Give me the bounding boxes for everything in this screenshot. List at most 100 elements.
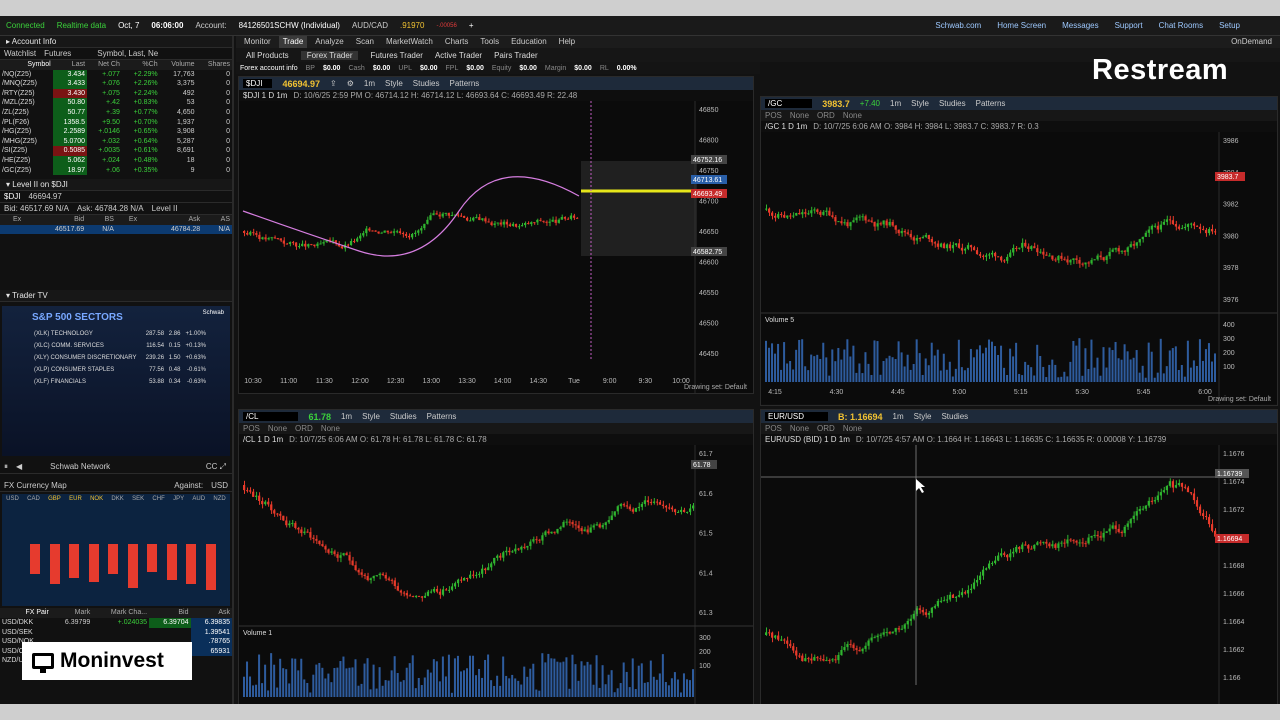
account-number[interactable]: 84126501SCHW (Individual) bbox=[239, 21, 340, 30]
symbol-lookup[interactable]: Symbol, Last, Ne bbox=[97, 48, 158, 59]
fx-map-bar[interactable] bbox=[127, 544, 138, 589]
fx-currency-nzd[interactable]: NZD bbox=[213, 496, 225, 502]
watchlist-row[interactable]: /NQ(Z25) 3.434 +.077 +2.29% 17,763 0 bbox=[0, 69, 232, 80]
fx-map-bar[interactable] bbox=[186, 544, 196, 585]
price-chart[interactable]: 61.761.661.561.461.33:454:004:154:304:45… bbox=[239, 445, 753, 704]
fx-currency-usd[interactable]: USD bbox=[6, 496, 19, 502]
subtab-futures-trader[interactable]: Futures Trader bbox=[370, 51, 422, 60]
watchlist-row[interactable]: /PL(F26) 1358.5 +9.50 +0.70% 1,937 0 bbox=[0, 117, 232, 128]
symbol-input[interactable]: /GC bbox=[765, 99, 813, 108]
tab-education[interactable]: Education bbox=[507, 36, 551, 48]
fx-currency-sek[interactable]: SEK bbox=[132, 496, 144, 502]
watchlist-row[interactable]: /MNQ(Z25) 3.433 +.076 +2.26% 3,375 0 bbox=[0, 79, 232, 89]
fx-currency-aud[interactable]: AUD bbox=[192, 496, 205, 502]
level2-header[interactable]: ▾ Level II on $DJI bbox=[0, 179, 232, 192]
fx-row[interactable]: USD/SEK 1.39541 bbox=[0, 627, 232, 638]
level2-mode[interactable]: Level II bbox=[152, 203, 178, 214]
fx-currency-eur[interactable]: EUR bbox=[69, 496, 82, 502]
interval-select[interactable]: 1m bbox=[893, 412, 904, 421]
fx-currency-chf[interactable]: CHF bbox=[152, 496, 164, 502]
symbol-input[interactable]: EUR/USD bbox=[765, 412, 829, 421]
patterns-menu[interactable]: Patterns bbox=[449, 79, 479, 88]
style-menu[interactable]: Style bbox=[385, 79, 403, 88]
link-messages[interactable]: Messages bbox=[1062, 21, 1098, 30]
tab-trade[interactable]: Trade bbox=[278, 36, 308, 48]
interval-select[interactable]: 1m bbox=[364, 79, 375, 88]
fx-map-bar[interactable] bbox=[108, 544, 118, 575]
watchlist-select[interactable]: Futures bbox=[44, 48, 71, 59]
fx-currency-gbp[interactable]: GBP bbox=[48, 496, 61, 502]
style-menu[interactable]: Style bbox=[911, 99, 929, 108]
schwab-network-channel[interactable]: Schwab Network bbox=[50, 460, 110, 473]
watchlist-row[interactable]: /HE(Z25) 5.062 +.024 +0.48% 18 0 bbox=[0, 155, 232, 166]
subtab-all-products[interactable]: All Products bbox=[246, 51, 289, 60]
fx-map-bar[interactable] bbox=[147, 544, 157, 573]
interval-select[interactable]: 1m bbox=[890, 99, 901, 108]
subtab-forex-trader[interactable]: Forex Trader bbox=[300, 50, 359, 60]
pair-symbol[interactable]: AUD/CAD bbox=[352, 21, 388, 30]
fx-map-title[interactable]: FX Currency Map bbox=[4, 480, 67, 491]
fx-currency-jpy[interactable]: JPY bbox=[173, 496, 184, 502]
watchlist-row[interactable]: /ZL(Z25) 50.77 +.39 +0.77% 4,650 0 bbox=[0, 107, 232, 118]
price-chart[interactable]: 1.16761.16741.16721.1671.16681.16661.166… bbox=[761, 445, 1277, 704]
settings-icon[interactable]: ⚙ bbox=[347, 79, 354, 88]
price-chart[interactable]: 46850 46800 46750 46700 46650 46600 46550 46500… bbox=[239, 101, 753, 393]
cc-icon[interactable]: CC ⤢ bbox=[206, 460, 232, 473]
watchlist-row[interactable]: /HG(Z25) 2.2589 +.0146 +0.65% 3,908 0 bbox=[0, 127, 232, 137]
against-select[interactable]: USD bbox=[211, 480, 232, 491]
style-menu[interactable]: Style bbox=[914, 412, 932, 421]
drawing-set[interactable]: Drawing set: Default bbox=[684, 384, 747, 391]
fx-map-bar[interactable] bbox=[49, 544, 60, 585]
watchlist-row[interactable]: /SI(Z25) 0.5085 +.0035 +0.61% 8,691 0 bbox=[0, 146, 232, 156]
fx-map-bar[interactable] bbox=[205, 544, 216, 591]
watchlist-row[interactable]: /MHG(Z25) 5.0700 +.032 +0.64% 5,287 0 bbox=[0, 136, 232, 147]
level2-symbol[interactable]: $DJI bbox=[4, 191, 20, 202]
tab-analyze[interactable]: Analyze bbox=[311, 36, 347, 48]
volume-icon[interactable]: ◀ bbox=[16, 460, 22, 473]
studies-menu[interactable]: Studies bbox=[413, 79, 440, 88]
fx-row[interactable]: USD/DKK 6.39799 +.024035 6.39704 6.39835 bbox=[0, 617, 232, 628]
watchlist-row[interactable]: /GC(Z25) 18.97 +.06 +0.35% 9 0 bbox=[0, 165, 232, 176]
link-home-screen[interactable]: Home Screen bbox=[997, 21, 1046, 30]
tab-scan[interactable]: Scan bbox=[352, 36, 378, 48]
share-icon[interactable]: ⇪ bbox=[330, 79, 337, 88]
trader-tv-header[interactable]: ▾ Trader TV bbox=[0, 290, 232, 303]
subtab-active-trader[interactable]: Active Trader bbox=[435, 51, 482, 60]
symbol-input[interactable]: $DJI bbox=[243, 79, 273, 88]
link-setup[interactable]: Setup bbox=[1219, 21, 1240, 30]
subtab-pairs-trader[interactable]: Pairs Trader bbox=[494, 51, 538, 60]
price-chart[interactable]: 3986398439823980397839764:154:304:455:00… bbox=[761, 132, 1277, 404]
ondemand-button[interactable]: OnDemand bbox=[1227, 36, 1280, 48]
link-support[interactable]: Support bbox=[1115, 21, 1143, 30]
studies-menu[interactable]: Studies bbox=[390, 412, 417, 421]
tab-help[interactable]: Help bbox=[555, 36, 579, 48]
studies-menu[interactable]: Studies bbox=[939, 99, 966, 108]
tab-monitor[interactable]: Monitor bbox=[240, 36, 275, 48]
drawing-set[interactable]: Drawing set: Default bbox=[1208, 396, 1271, 403]
pause-icon[interactable]: ⏸ bbox=[4, 460, 8, 473]
fx-map-bar[interactable] bbox=[88, 544, 99, 583]
symbol-input[interactable]: /CL bbox=[243, 412, 299, 421]
tab-tools[interactable]: Tools bbox=[476, 36, 503, 48]
trader-tv-video[interactable]: S&P 500 SECTORS Schwab (XLK) TECHNOLOGY 2… bbox=[2, 306, 230, 457]
watchlist-row[interactable]: /MZL(Z25) 50.80 +.42 +0.83% 53 0 bbox=[0, 98, 232, 108]
patterns-menu[interactable]: Patterns bbox=[427, 412, 457, 421]
fx-map-bar[interactable] bbox=[30, 544, 40, 575]
add-icon[interactable]: + bbox=[469, 21, 474, 30]
fx-currency-cad[interactable]: CAD bbox=[27, 496, 40, 502]
watchlist-label[interactable]: Watchlist bbox=[4, 48, 36, 59]
watchlist-row[interactable]: /RTY(Z25) 3.430 +.075 +2.24% 492 0 bbox=[0, 88, 232, 99]
tab-charts[interactable]: Charts bbox=[441, 36, 473, 48]
patterns-menu[interactable]: Patterns bbox=[976, 99, 1006, 108]
studies-menu[interactable]: Studies bbox=[941, 412, 968, 421]
fx-map-bar[interactable] bbox=[69, 544, 79, 579]
tab-marketwatch[interactable]: MarketWatch bbox=[382, 36, 437, 48]
interval-select[interactable]: 1m bbox=[341, 412, 352, 421]
account-info-header[interactable]: ▸ Account Info bbox=[0, 36, 232, 48]
link-schwab[interactable]: Schwab.com bbox=[935, 21, 981, 30]
fx-currency-nok[interactable]: NOK bbox=[90, 496, 103, 502]
fx-currency-dkk[interactable]: DKK bbox=[111, 496, 123, 502]
link-chat-rooms[interactable]: Chat Rooms bbox=[1159, 21, 1203, 30]
style-menu[interactable]: Style bbox=[362, 412, 380, 421]
fx-map-bar[interactable] bbox=[166, 544, 177, 581]
